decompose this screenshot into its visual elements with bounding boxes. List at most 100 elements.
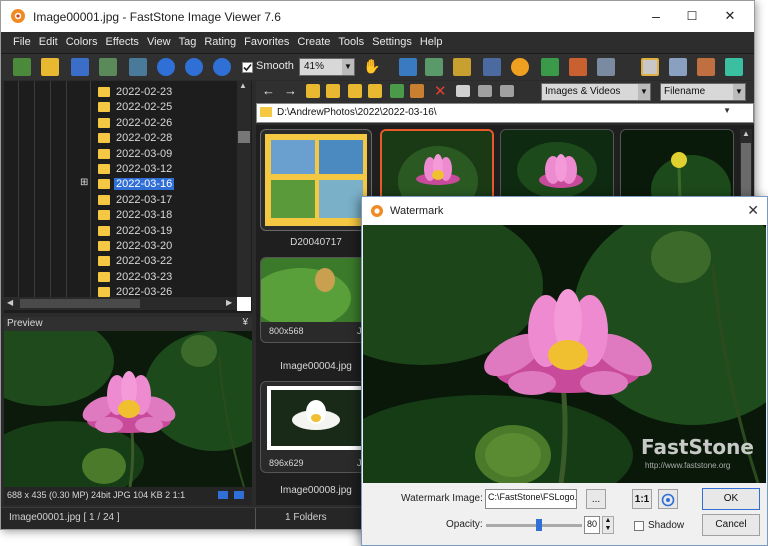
menu-rating[interactable]: Rating [200, 32, 240, 48]
opacity-slider[interactable] [486, 519, 582, 531]
print-icon[interactable] [541, 58, 559, 76]
view-details-icon[interactable] [500, 85, 514, 97]
fullscreen-small-icon[interactable] [234, 491, 244, 499]
refresh-icon[interactable] [390, 84, 404, 98]
scroll-right-icon[interactable]: ▶ [226, 298, 232, 307]
watermark-dialog: Watermark ✕ FastStone http://www.faststo… [361, 196, 768, 546]
folder-favorite-icon[interactable] [348, 84, 362, 98]
menu-edit[interactable]: Edit [35, 32, 62, 48]
scroll-thumb[interactable] [238, 131, 250, 143]
tree-item[interactable]: 2022-02-26 [98, 116, 238, 131]
maximize-button[interactable]: ☐ [679, 6, 705, 26]
play-icon[interactable] [218, 491, 228, 499]
close-button[interactable]: ✕ [717, 6, 743, 26]
tree-item[interactable]: 2022-03-22 [98, 254, 238, 269]
cancel-button[interactable]: Cancel [702, 514, 760, 536]
folder-hscrollbar[interactable]: ◀ ▶ [4, 297, 237, 310]
resize-icon[interactable] [483, 58, 501, 76]
collapse-icon[interactable]: ¥ [242, 317, 248, 328]
tree-item[interactable]: ⊞ 2022-03-16 [80, 177, 238, 192]
browse-icon[interactable] [13, 58, 31, 76]
view-thumbnails-icon[interactable] [456, 85, 470, 97]
fit-window-icon[interactable] [725, 58, 743, 76]
menu-tools[interactable]: Tools [334, 32, 368, 48]
watermark-position-button[interactable] [658, 489, 678, 509]
status-divider [255, 508, 256, 529]
menu-create[interactable]: Create [293, 32, 334, 48]
actual-size-icon[interactable] [213, 58, 231, 76]
watermark-path-input[interactable]: C:\FastStone\FSLogo. [485, 489, 577, 509]
zoom-out-icon[interactable] [185, 58, 203, 76]
thumbnail-item[interactable]: 800x568 JP [260, 257, 372, 343]
rotate-folder-icon[interactable] [410, 84, 424, 98]
tree-item[interactable]: 2022-03-23 [98, 270, 238, 285]
smooth-checkbox[interactable] [242, 62, 253, 73]
tree-item[interactable]: 2022-02-28 [98, 131, 238, 146]
hscroll-thumb[interactable] [20, 299, 140, 308]
delete-icon[interactable]: ✕ [434, 82, 447, 100]
view-list-icon[interactable] [478, 85, 492, 97]
tree-item[interactable]: 2022-03-20 [98, 239, 238, 254]
folder-vscrollbar[interactable]: ▲ [237, 81, 251, 297]
menu-tag[interactable]: Tag [175, 32, 201, 48]
tree-item[interactable]: 2022-03-18 [98, 208, 238, 223]
ratio-button[interactable]: 1:1 [632, 489, 652, 509]
browse-button[interactable]: ... [586, 489, 606, 509]
save-icon[interactable] [71, 58, 89, 76]
tree-guide [18, 81, 19, 297]
folder-new-icon[interactable] [326, 84, 340, 98]
image-icon[interactable] [99, 58, 117, 76]
crop-icon[interactable] [453, 58, 471, 76]
folder-copy-icon[interactable] [368, 84, 382, 98]
path-bar[interactable]: D:\AndrewPhotos\2022\2022-03-16\ ▼ [256, 103, 754, 123]
forward-icon[interactable]: → [284, 83, 297, 98]
opacity-slider-thumb[interactable] [535, 519, 542, 531]
brightness-icon[interactable] [511, 58, 529, 76]
folder-icon [98, 271, 110, 282]
opacity-input[interactable]: 80 [584, 516, 600, 534]
folder-up-icon[interactable] [306, 84, 320, 98]
menu-settings[interactable]: Settings [368, 32, 416, 48]
rotate-icon[interactable] [569, 58, 587, 76]
menu-effects[interactable]: Effects [102, 32, 143, 48]
scroll-thumb[interactable] [741, 143, 751, 203]
copy-icon[interactable] [425, 58, 443, 76]
filter-select[interactable]: Images & Videos ▼ [541, 83, 651, 101]
thumbnail-item[interactable]: 896x629 JP [260, 381, 372, 473]
back-icon[interactable]: ← [262, 83, 275, 98]
tree-item[interactable]: 2022-02-23 [98, 85, 238, 100]
tree-item[interactable]: 2022-03-12 [98, 162, 238, 177]
menu-file[interactable]: File [9, 32, 35, 48]
layout-full-icon[interactable] [697, 58, 715, 76]
shadow-checkbox[interactable] [634, 521, 644, 531]
menu-help[interactable]: Help [416, 32, 447, 48]
tree-item[interactable]: 2022-03-19 [98, 224, 238, 239]
tree-item[interactable]: 2022-03-17 [98, 193, 238, 208]
ok-button[interactable]: OK [702, 488, 760, 510]
opacity-spinner[interactable]: ▲ ▼ [602, 516, 614, 534]
menu-favorites[interactable]: Favorites [240, 32, 293, 48]
open-folder-icon[interactable] [41, 58, 59, 76]
thumbnail-item[interactable] [260, 129, 372, 231]
minimize-button[interactable]: – [643, 6, 669, 26]
tree-item[interactable]: 2022-03-09 [98, 147, 238, 162]
menu-view[interactable]: View [143, 32, 175, 48]
layout-split-icon[interactable] [669, 58, 687, 76]
layout-browse-icon[interactable] [641, 58, 659, 76]
expand-icon[interactable]: ⊞ [80, 177, 88, 188]
tree-item[interactable]: 2022-02-25 [98, 100, 238, 115]
zoom-in-icon[interactable] [157, 58, 175, 76]
slideshow-icon[interactable] [399, 58, 417, 76]
sort-select[interactable]: Filename ▼ [660, 83, 746, 101]
scroll-left-icon[interactable]: ◀ [7, 298, 13, 307]
dialog-close-icon[interactable]: ✕ [747, 202, 759, 219]
path-text[interactable]: D:\AndrewPhotos\2022\2022-03-16\ [277, 107, 437, 118]
email-icon[interactable] [597, 58, 615, 76]
path-dropdown-icon[interactable]: ▼ [723, 106, 731, 115]
menu-colors[interactable]: Colors [62, 32, 102, 48]
fullscreen-icon[interactable] [129, 58, 147, 76]
scroll-up-icon[interactable]: ▲ [239, 81, 247, 90]
zoom-select[interactable]: 41% ▼ [299, 58, 355, 76]
scroll-up-icon[interactable]: ▲ [742, 129, 750, 138]
hand-tool-icon[interactable]: ✋ [363, 58, 381, 76]
